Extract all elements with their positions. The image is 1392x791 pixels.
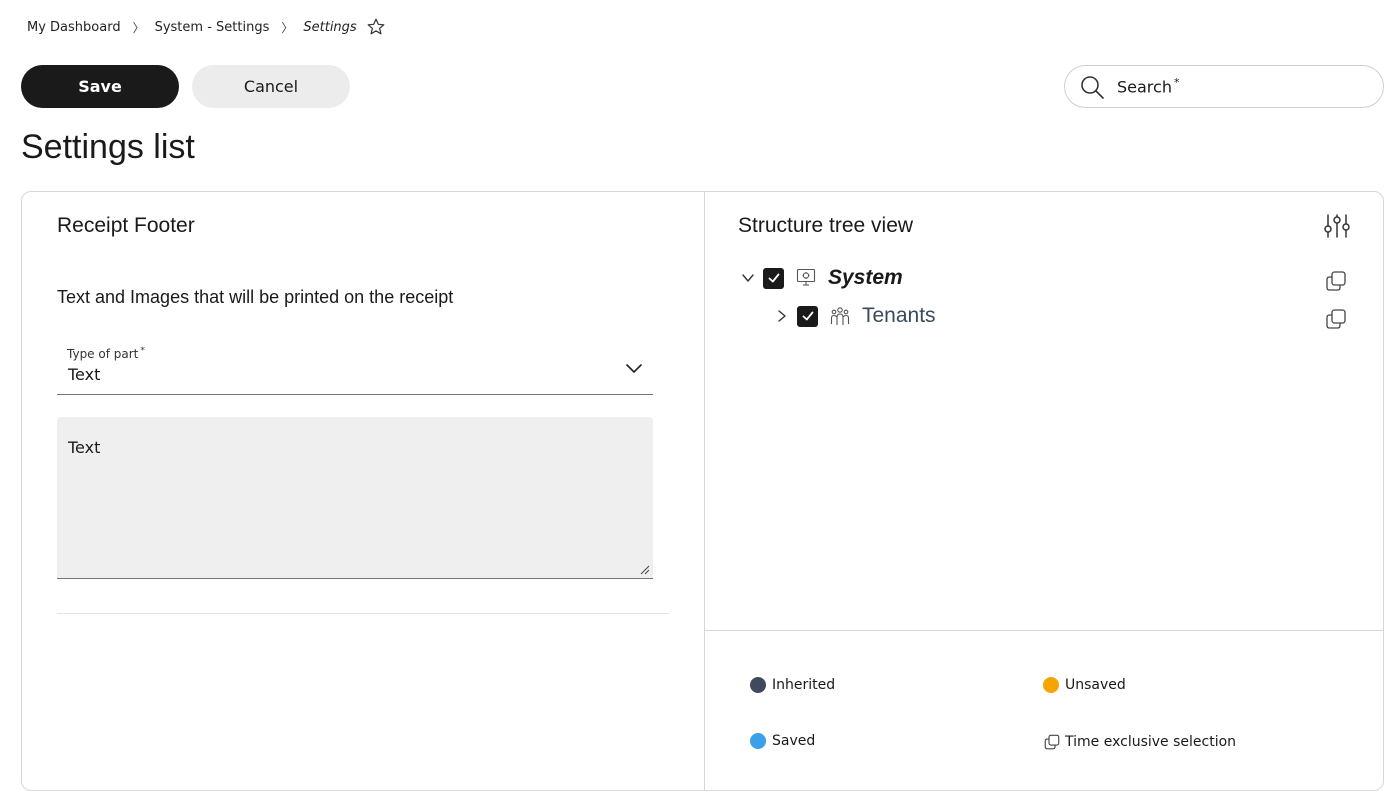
form-divider	[57, 613, 669, 614]
section-title: Receipt Footer	[57, 214, 195, 237]
breadcrumb: My Dashboard 〉 System - Settings 〉 Setti…	[27, 17, 386, 37]
type-of-part-select[interactable]: Type of part * Text	[57, 342, 653, 395]
tree-title: Structure tree view	[738, 214, 914, 237]
cancel-button[interactable]: Cancel	[192, 65, 350, 108]
tree-node-label[interactable]: Tenants	[862, 304, 936, 328]
legend: Inherited Unsaved Saved Time exclusive s…	[705, 630, 1383, 790]
legend-label: Inherited	[772, 677, 836, 693]
tree-node-tenants: Tenants	[772, 302, 936, 330]
breadcrumb-separator: 〉	[132, 20, 145, 35]
sliders-icon[interactable]	[1323, 212, 1351, 240]
legend-item-saved: Saved	[750, 733, 815, 749]
legend-item-unsaved: Unsaved	[1043, 677, 1126, 693]
settings-form-panel: Receipt Footer Text and Images that will…	[22, 192, 704, 790]
text-textarea[interactable]: Text	[57, 417, 653, 579]
resize-handle-icon[interactable]	[640, 565, 650, 575]
copy-icon[interactable]	[1324, 269, 1348, 293]
chevron-down-icon[interactable]	[738, 268, 758, 288]
copy-icon	[1043, 733, 1061, 751]
text-textarea-label: Text	[68, 438, 101, 457]
search-placeholder: Search *	[1117, 76, 1180, 97]
inherited-dot-icon	[750, 677, 766, 693]
monitor-icon	[795, 267, 817, 289]
unsaved-dot-icon	[1043, 677, 1059, 693]
tree-node-system: System	[738, 264, 903, 292]
legend-label: Saved	[772, 733, 816, 749]
breadcrumb-item-my-dashboard[interactable]: My Dashboard	[27, 20, 121, 35]
copy-icon[interactable]	[1324, 307, 1348, 331]
settings-card: Receipt Footer Text and Images that will…	[21, 191, 1384, 791]
save-button[interactable]: Save	[21, 65, 179, 108]
breadcrumb-item-system-settings[interactable]: System - Settings	[155, 20, 270, 35]
breadcrumb-separator: 〉	[281, 20, 294, 35]
legend-item-inherited: Inherited	[750, 677, 835, 693]
legend-label: Time exclusive selection	[1065, 734, 1237, 750]
star-icon[interactable]	[366, 17, 386, 37]
structure-tree-panel: Structure tree view System Tenants Inher…	[704, 192, 1383, 790]
tree-node-checkbox[interactable]	[797, 305, 818, 327]
breadcrumb-current: Settings	[303, 19, 357, 35]
legend-item-time-exclusive: Time exclusive selection	[1043, 733, 1236, 751]
type-of-part-value: Text	[68, 365, 101, 384]
saved-dot-icon	[750, 733, 766, 749]
type-of-part-label: Type of part *	[67, 346, 145, 361]
search-icon	[1079, 74, 1105, 100]
legend-label: Unsaved	[1065, 677, 1126, 693]
people-icon	[829, 305, 851, 327]
search-input[interactable]: Search *	[1064, 65, 1384, 108]
tree-node-checkbox[interactable]	[763, 267, 784, 289]
section-description: Text and Images that will be printed on …	[57, 287, 454, 307]
tree-node-label[interactable]: System	[828, 266, 903, 290]
chevron-right-icon[interactable]	[772, 306, 792, 326]
page-title: Settings list	[21, 128, 195, 166]
chevron-down-icon[interactable]	[624, 358, 644, 378]
